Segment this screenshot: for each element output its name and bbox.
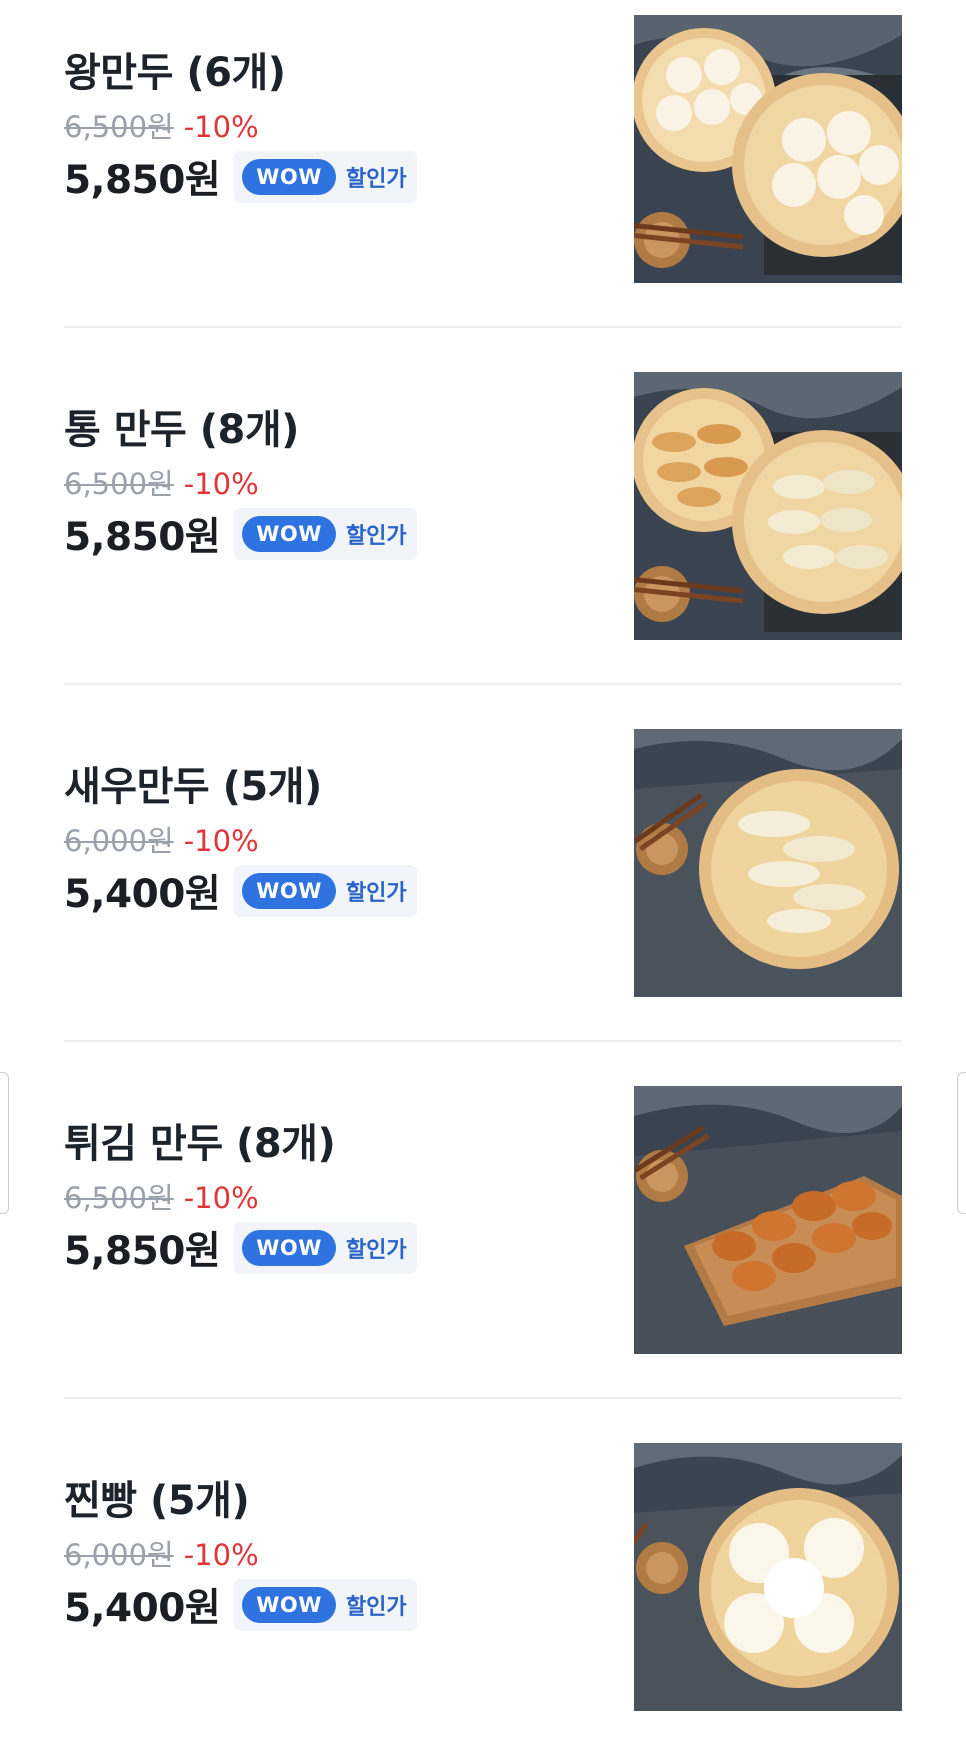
original-price: 6,500원 (64, 1181, 174, 1215)
original-price: 6,000원 (64, 1538, 174, 1572)
wow-badge-label: 할인가 (345, 1595, 407, 1620)
sale-price-row: 5,850원 WOW 할인가 (64, 1221, 417, 1275)
wow-discount-badge: WOW 할인가 (234, 151, 417, 203)
item-photo-pan-fried-dumplings[interactable] (634, 372, 902, 640)
sale-price-row: 5,400원 WOW 할인가 (64, 864, 417, 918)
original-price-row: 6,500원 -10% (64, 104, 259, 146)
wow-discount-badge: WOW 할인가 (234, 508, 417, 560)
item-photo-steamed-meat-buns[interactable] (634, 15, 902, 283)
sale-price: 5,400원 (64, 1586, 221, 1631)
item-name: 왕만두 (6개) (64, 50, 286, 96)
item-name: 찐빵 (5개) (64, 1478, 250, 1524)
wow-badge-label: 할인가 (345, 524, 407, 549)
discount-rate: -10% (183, 467, 259, 501)
menu-item-saewoo-mandu[interactable]: 새우만두 (5개) 6,000원 -10% 5,400원 WOW 할인가 (64, 714, 902, 997)
menu-item-wang-mandu[interactable]: 왕만두 (6개) 6,500원 -10% 5,850원 WOW 할인가 (64, 0, 902, 283)
discount-rate: -10% (183, 824, 259, 858)
original-price-row: 6,500원 -10% (64, 1175, 259, 1217)
wow-badge-label: 할인가 (345, 881, 407, 906)
discount-rate: -10% (183, 1181, 259, 1215)
menu-item-tong-mandu[interactable]: 통 만두 (8개) 6,500원 -10% 5,850원 WOW 할인가 (64, 357, 902, 640)
menu-item-jjinppang[interactable]: 찐빵 (5개) 6,000원 -10% 5,400원 WOW 할인가 (64, 1428, 902, 1711)
discount-rate: -10% (183, 110, 259, 144)
original-price-row: 6,500원 -10% (64, 461, 259, 503)
wow-discount-badge: WOW 할인가 (234, 1579, 417, 1631)
shrimp-dumplings-image (634, 729, 902, 997)
original-price-row: 6,000원 -10% (64, 818, 259, 860)
item-divider (64, 326, 902, 328)
right-edge-handle[interactable] (957, 1072, 966, 1214)
sale-price-row: 5,850원 WOW 할인가 (64, 507, 417, 561)
wow-discount-badge: WOW 할인가 (234, 1222, 417, 1274)
wow-badge: WOW (242, 516, 336, 552)
original-price: 6,500원 (64, 110, 174, 144)
original-price: 6,500원 (64, 467, 174, 501)
wow-badge-label: 할인가 (345, 1238, 407, 1263)
sale-price: 5,400원 (64, 872, 221, 917)
item-name: 통 만두 (8개) (64, 407, 299, 453)
menu-item-twigim-mandu[interactable]: 튀김 만두 (8개) 6,500원 -10% 5,850원 WOW 할인가 (64, 1071, 902, 1354)
discount-rate: -10% (183, 1538, 259, 1572)
steamed-meat-buns-image (634, 15, 902, 283)
sale-price-row: 5,400원 WOW 할인가 (64, 1578, 417, 1632)
wow-badge: WOW (242, 159, 336, 195)
steamed-buns-image (634, 1443, 902, 1711)
sale-price: 5,850원 (64, 1229, 221, 1274)
wow-badge: WOW (242, 1587, 336, 1623)
left-edge-handle[interactable] (0, 1072, 9, 1214)
item-divider (64, 1397, 902, 1399)
item-photo-steamed-buns[interactable] (634, 1443, 902, 1711)
wow-badge-label: 할인가 (345, 167, 407, 192)
item-name: 새우만두 (5개) (64, 764, 322, 810)
fried-dumplings-image (634, 1086, 902, 1354)
wow-discount-badge: WOW 할인가 (234, 865, 417, 917)
pan-fried-dumplings-image (634, 372, 902, 640)
item-divider (64, 1040, 902, 1042)
item-divider (64, 683, 902, 685)
sale-price-row: 5,850원 WOW 할인가 (64, 150, 417, 204)
item-photo-shrimp-dumplings[interactable] (634, 729, 902, 997)
sale-price: 5,850원 (64, 158, 221, 203)
item-name: 튀김 만두 (8개) (64, 1121, 336, 1167)
wow-badge: WOW (242, 1230, 336, 1266)
wow-badge: WOW (242, 873, 336, 909)
original-price-row: 6,000원 -10% (64, 1532, 259, 1574)
original-price: 6,000원 (64, 824, 174, 858)
item-photo-fried-dumplings[interactable] (634, 1086, 902, 1354)
sale-price: 5,850원 (64, 515, 221, 560)
